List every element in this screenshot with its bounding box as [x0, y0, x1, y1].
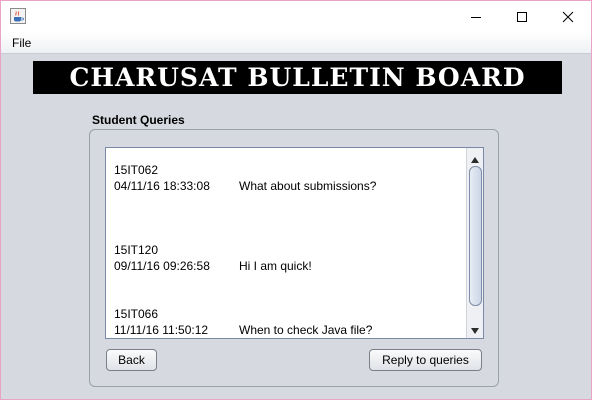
- scroll-up-arrow-icon: [471, 148, 479, 167]
- query-student-id: 15IT066: [114, 307, 159, 321]
- query-student-id: 15IT120: [114, 243, 159, 257]
- menu-file[interactable]: File: [12, 36, 31, 50]
- query-item: 15IT066 11/11/16 11:50:12 When to check …: [114, 306, 465, 338]
- query-message: Hi I am quick!: [239, 259, 312, 273]
- scroll-down-arrow-icon: [471, 319, 479, 338]
- close-button[interactable]: [545, 1, 591, 33]
- scroll-down-button[interactable]: [467, 320, 483, 336]
- scroll-up-button[interactable]: [467, 149, 483, 165]
- app-window: File CHARUSAT BULLETIN BOARD Student Que…: [0, 0, 592, 400]
- java-cup-icon: [10, 8, 26, 24]
- queries-text-area[interactable]: 15IT062 04/11/16 18:33:08 What about sub…: [105, 147, 484, 339]
- query-datetime: 04/11/16 18:33:08: [114, 179, 210, 193]
- menu-bar: File: [1, 33, 591, 54]
- vertical-scrollbar[interactable]: [466, 148, 483, 338]
- scrollbar-thumb[interactable]: [469, 166, 482, 306]
- minimize-button[interactable]: [453, 1, 499, 33]
- maximize-button[interactable]: [499, 1, 545, 33]
- query-message: What about submissions?: [239, 179, 377, 193]
- title-bar: [1, 1, 591, 33]
- query-message: When to check Java file?: [239, 323, 373, 337]
- query-item: 15IT062 04/11/16 18:33:08 What about sub…: [114, 162, 465, 242]
- minimize-icon: [470, 11, 482, 23]
- maximize-icon: [516, 11, 528, 23]
- query-datetime: 11/11/16 11:50:12: [114, 323, 209, 337]
- bulletin-banner: CHARUSAT BULLETIN BOARD: [33, 61, 562, 94]
- reply-to-queries-button[interactable]: Reply to queries: [369, 349, 482, 371]
- queries-list: 15IT062 04/11/16 18:33:08 What about sub…: [114, 162, 465, 338]
- close-icon: [562, 11, 574, 23]
- query-datetime: 09/11/16 09:26:58: [114, 259, 210, 273]
- back-button[interactable]: Back: [106, 349, 157, 371]
- query-student-id: 15IT062: [114, 163, 159, 177]
- panel-title: Student Queries: [92, 113, 185, 127]
